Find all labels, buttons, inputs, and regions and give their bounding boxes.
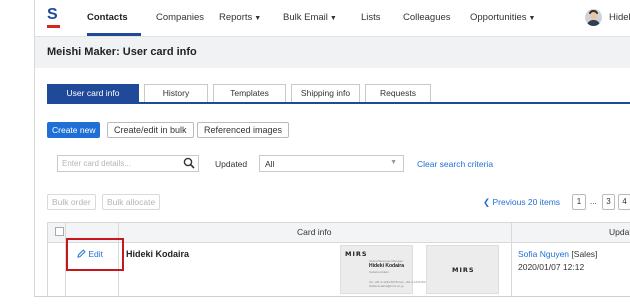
nav-active-indicator — [87, 33, 141, 36]
chevron-left-icon: ❮ — [483, 197, 491, 207]
search-icon[interactable] — [183, 157, 195, 169]
page-1-button[interactable]: 1 — [572, 194, 586, 210]
chevron-down-icon: ▼ — [528, 15, 536, 22]
clear-search-link[interactable]: Clear search criteria — [417, 159, 493, 169]
sansan-logo[interactable]: S — [47, 6, 61, 28]
search-placeholder: Enter card details... — [62, 159, 131, 168]
column-card-info: Card info — [297, 227, 332, 237]
page-title: Meishi Maker: User card info — [47, 46, 197, 58]
nav-colleagues[interactable]: Colleagues — [403, 12, 451, 23]
tab-requests[interactable]: Requests — [365, 84, 431, 102]
referenced-images-button[interactable]: Referenced images — [197, 122, 290, 138]
app-window: S Contacts Companies Reports ▼ Bulk Email… — [34, 0, 630, 297]
table-header: Card info Updated — [47, 222, 630, 243]
updated-filter-select[interactable]: All ▼ — [259, 155, 404, 172]
previous-page-link[interactable]: ❮ Previous 20 items — [483, 197, 560, 208]
updated-by-link[interactable]: Sofia Nguyen [Sales] — [518, 249, 597, 259]
tab-user-card-info[interactable]: User card info — [47, 84, 139, 102]
bulk-allocate-button[interactable]: Bulk allocate — [102, 194, 161, 210]
create-edit-bulk-button[interactable]: Create/edit in bulk — [107, 122, 194, 138]
pagination-ellipsis: ... — [590, 197, 597, 206]
card-name: Hideki Kodaira — [126, 249, 190, 259]
updated-filter-label: Updated — [215, 159, 248, 169]
card-back-image[interactable]: MIRS — [426, 245, 499, 294]
top-nav: S Contacts Companies Reports ▼ Bulk Email… — [35, 0, 630, 37]
card-front-image[interactable]: MIRS Global Business Manager Hideki Koda… — [340, 245, 428, 294]
avatar[interactable] — [585, 9, 602, 26]
chevron-down-icon: ▼ — [329, 15, 337, 22]
nav-lists[interactable]: Lists — [361, 12, 381, 23]
nav-opportunities[interactable]: Opportunities ▼ — [470, 12, 535, 23]
nav-reports[interactable]: Reports ▼ — [219, 12, 261, 23]
page-4-button[interactable]: 4 — [618, 194, 630, 210]
chevron-down-icon: ▼ — [390, 159, 397, 166]
page-3-button[interactable]: 3 — [602, 194, 615, 210]
tab-bar: User card info History Templates Shippin… — [47, 84, 630, 104]
title-bar: Meishi Maker: User card info — [35, 37, 630, 68]
select-all-checkbox[interactable] — [55, 227, 64, 236]
bulk-order-button[interactable]: Bulk order — [47, 194, 96, 210]
card-search-input[interactable]: Enter card details... — [57, 155, 199, 172]
updated-timestamp: 2020/01/07 12:12 — [518, 262, 585, 272]
column-updated: Updated — [609, 227, 630, 237]
tab-shipping-info[interactable]: Shipping info — [291, 84, 360, 102]
nav-companies[interactable]: Companies — [156, 12, 204, 23]
tab-history[interactable]: History — [144, 84, 208, 102]
nav-bulk-email[interactable]: Bulk Email ▼ — [283, 12, 337, 23]
edit-highlight-box — [66, 238, 124, 271]
nav-contacts[interactable]: Contacts — [87, 12, 128, 23]
tab-templates[interactable]: Templates — [213, 84, 286, 102]
chevron-down-icon: ▼ — [254, 15, 262, 22]
user-name[interactable]: Hideki K — [609, 12, 630, 23]
create-new-button[interactable]: Create new — [47, 122, 101, 138]
